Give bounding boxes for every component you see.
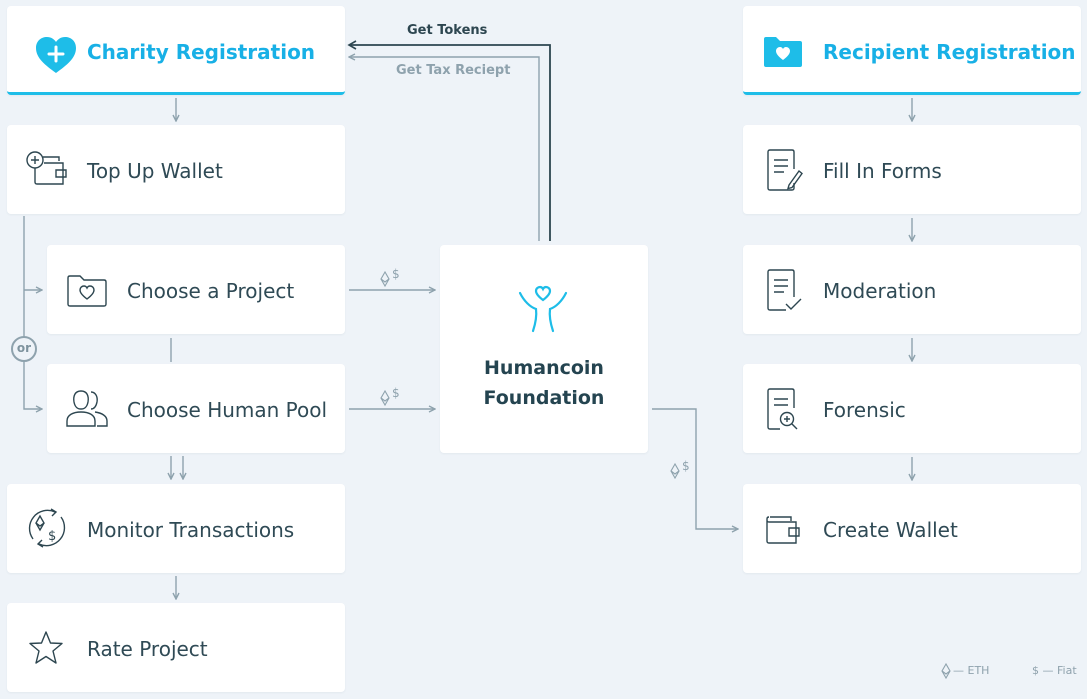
star-icon [29, 631, 63, 664]
wallet-add-icon [26, 151, 67, 185]
or-badge: or [11, 336, 37, 362]
get-tokens-label: Get Tokens [407, 23, 488, 38]
arrow-foundation-to-wallet [652, 408, 738, 529]
moderation-label: Moderation [823, 279, 937, 303]
choose-human-pool-card[interactable]: Choose Human Pool [47, 364, 345, 453]
fiat-marker: $ [682, 459, 690, 473]
wallet-icon [766, 516, 800, 544]
choose-project-card[interactable]: Choose a Project [47, 245, 345, 334]
humancoin-logo-icon [518, 285, 568, 333]
monitor-transactions-label: Monitor Transactions [87, 518, 295, 542]
monitor-transactions-card[interactable]: $ Monitor Transactions [7, 484, 345, 573]
fill-in-forms-label: Fill In Forms [823, 159, 942, 183]
form-edit-icon [767, 149, 803, 191]
document-check-icon [767, 269, 802, 311]
recipient-registration-card[interactable]: Recipient Registration [743, 6, 1081, 95]
create-wallet-label: Create Wallet [823, 518, 958, 542]
foundation-name-line1: Humancoin [484, 357, 604, 379]
create-wallet-card[interactable]: Create Wallet [743, 484, 1081, 573]
legend-fiat: $ — Fiat [1032, 664, 1077, 677]
exchange-cycle-icon: $ [28, 508, 66, 548]
folder-heart-icon [67, 275, 107, 307]
forensic-label: Forensic [823, 398, 906, 422]
arrow-get-tax-receipt [349, 57, 540, 241]
charity-registration-card[interactable]: Charity Registration [7, 6, 345, 95]
choose-human-pool-label: Choose Human Pool [127, 398, 328, 422]
fill-in-forms-card[interactable]: Fill In Forms [743, 125, 1081, 214]
folder-heart-icon [764, 37, 802, 67]
foundation-name-line2: Foundation [483, 387, 605, 409]
fiat-marker: $ [392, 267, 400, 281]
moderation-card[interactable]: Moderation [743, 245, 1081, 334]
rate-project-label: Rate Project [87, 637, 208, 661]
people-icon [66, 390, 108, 427]
heart-plus-icon [36, 37, 76, 73]
humancoin-foundation-card[interactable]: Humancoin Foundation [440, 245, 648, 453]
document-search-icon [767, 388, 798, 430]
choose-project-label: Choose a Project [127, 279, 295, 303]
fiat-marker: $ [392, 386, 400, 400]
svg-text:$: $ [48, 529, 56, 544]
top-up-wallet-label: Top Up Wallet [87, 159, 223, 183]
foundation-name: Humancoin Foundation [440, 353, 648, 413]
recipient-registration-title: Recipient Registration [823, 40, 1076, 64]
forensic-card[interactable]: Forensic [743, 364, 1081, 453]
rate-project-card[interactable]: Rate Project [7, 603, 345, 692]
top-up-wallet-card[interactable]: Top Up Wallet [7, 125, 345, 214]
legend-eth: — ETH [953, 664, 990, 677]
branch-line [23, 216, 42, 409]
get-tax-receipt-label: Get Tax Reciept [396, 63, 511, 78]
charity-registration-title: Charity Registration [87, 40, 316, 64]
